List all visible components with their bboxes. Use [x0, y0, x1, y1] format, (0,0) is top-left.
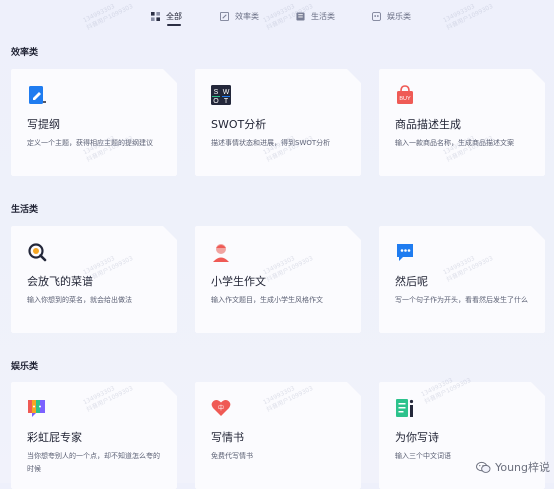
tab-efficiency-label: 效率类 [235, 11, 259, 21]
card-title: 写情书 [211, 431, 244, 444]
section-title-life: 生活类 [11, 205, 39, 215]
tab-entertainment-label: 娱乐类 [387, 11, 411, 21]
card-desc: 免费代写情书 [211, 452, 253, 460]
card-desc: 输入你想到的菜名，就会给出做法 [27, 296, 132, 304]
tab-all-label: 全部 [166, 11, 182, 21]
edit-icon [220, 11, 229, 21]
card-title: 会放飞的菜谱 [27, 275, 93, 288]
wechat-icon [476, 461, 491, 473]
tab-efficiency[interactable]: 效率类 [220, 8, 259, 24]
category-tabs: 全部 效率类 生活类 娱乐类 [0, 6, 554, 28]
brand-badge: Young梓说 [476, 459, 550, 475]
book-icon [296, 11, 305, 21]
svg-text:W: W [223, 89, 230, 96]
swot-icon: S W O T [211, 85, 231, 105]
card-love-letter[interactable]: 中 写情书 免费代写情书 [195, 382, 361, 489]
card-recipe[interactable]: 会放飞的菜谱 输入你想到的菜名，就会给出做法 [11, 226, 177, 333]
game-icon [372, 11, 381, 21]
buy-label: BUY [399, 96, 411, 102]
student-avatar-icon [211, 242, 231, 262]
tab-all[interactable]: 全部 [151, 8, 182, 24]
rainbow-bubble-icon [27, 398, 47, 418]
card-student-essay[interactable]: 小学生作文 输入作文题目，生成小学生风格作文 [195, 226, 361, 333]
grid-icon [151, 11, 160, 21]
card-title: 彩虹屁专家 [27, 431, 82, 444]
heart-text: 中 [218, 404, 224, 412]
magnifier-icon [27, 242, 47, 262]
card-title: SWOT分析 [211, 118, 267, 131]
section-title-entertainment: 娱乐类 [11, 362, 39, 372]
svg-text:S: S [214, 89, 219, 96]
poem-icon [395, 398, 415, 418]
card-desc: 输入一款商品名称，生成商品描述文案 [395, 139, 514, 147]
card-flattery-expert[interactable]: 彩虹屁专家 当你想夸别人的一个点，却不知道怎么夸的时候 [11, 382, 177, 489]
section-title-efficiency: 效率类 [11, 48, 39, 58]
tab-life-label: 生活类 [311, 11, 335, 21]
heart-icon: 中 [211, 398, 231, 418]
card-title: 为你写诗 [395, 431, 439, 444]
card-product-description[interactable]: BUY 商品描述生成 输入一款商品名称，生成商品描述文案 [379, 69, 545, 176]
shopping-bag-icon: BUY [395, 85, 415, 105]
card-title: 商品描述生成 [395, 118, 461, 131]
card-desc: 描述事情状态和进展，得到SWOT分析 [211, 139, 331, 147]
tab-life[interactable]: 生活类 [296, 8, 335, 24]
card-desc: 定义一个主题，获得相应主题的提纲建议 [27, 139, 153, 147]
card-title: 写提纲 [27, 118, 60, 131]
card-outline[interactable]: 写提纲 定义一个主题，获得相应主题的提纲建议 [11, 69, 177, 176]
card-desc: 输入作文题目，生成小学生风格作文 [211, 296, 323, 304]
brand-label: Young梓说 [495, 461, 550, 474]
card-desc: 当你想夸别人的一个点，却不知道怎么夸的时候 [27, 452, 160, 473]
tab-entertainment[interactable]: 娱乐类 [372, 8, 411, 24]
card-title: 然后呢 [395, 275, 428, 288]
card-swot[interactable]: S W O T SWOT分析 描述事情状态和进展，得到SWOT分析 [195, 69, 361, 176]
card-desc: 写一个句子作为开头，看看然后发生了什么 [395, 296, 528, 304]
active-tab-indicator [167, 24, 181, 26]
chat-bubble-icon [395, 242, 415, 262]
svg-text:O: O [213, 98, 219, 105]
card-title: 小学生作文 [211, 275, 266, 288]
card-what-next[interactable]: 然后呢 写一个句子作为开头，看看然后发生了什么 [379, 226, 545, 333]
document-edit-icon [27, 85, 47, 105]
svg-text:T: T [224, 98, 229, 105]
